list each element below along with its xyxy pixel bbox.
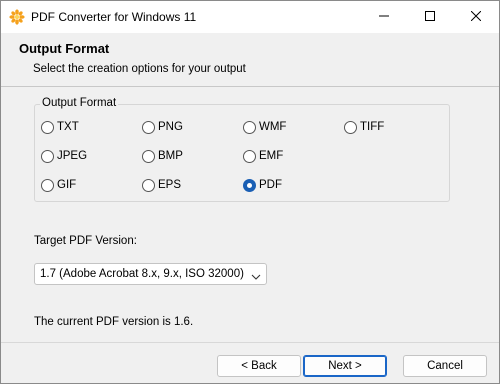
window-title: PDF Converter for Windows 11	[31, 10, 197, 24]
wizard-header: Output Format Select the creation option…	[1, 33, 499, 87]
radio-label: TIFF	[360, 121, 385, 133]
radio-label: PDF	[259, 179, 282, 191]
pdf-version-label: Target PDF Version:	[34, 235, 137, 247]
radio-label: WMF	[259, 121, 287, 133]
radio-png[interactable]: PNG	[142, 120, 183, 134]
close-icon	[470, 10, 482, 24]
minimize-icon	[379, 10, 389, 24]
footer-divider	[1, 342, 499, 343]
output-format-group-label: Output Format	[40, 97, 119, 109]
output-format-group	[34, 104, 450, 202]
radio-jpeg[interactable]: JPEG	[41, 149, 87, 163]
radio-label: EPS	[158, 179, 182, 191]
chevron-down-icon	[251, 270, 261, 284]
radio-label: TXT	[57, 121, 79, 133]
current-version-note: The current PDF version is 1.6.	[34, 316, 194, 328]
radio-label: EMF	[259, 150, 284, 162]
pdf-version-selected: 1.7 (Adobe Acrobat 8.x, 9.x, ISO 32000)	[40, 268, 244, 280]
radio-eps[interactable]: EPS	[142, 178, 181, 192]
radio-button-icon	[41, 149, 54, 163]
cancel-button[interactable]: Cancel	[403, 355, 487, 377]
radio-button-icon	[344, 120, 357, 134]
close-button[interactable]	[453, 1, 499, 33]
back-button[interactable]: < Back	[217, 355, 301, 377]
radio-pdf[interactable]: PDF	[243, 178, 282, 192]
radio-label: BMP	[158, 150, 183, 162]
maximize-icon	[425, 10, 435, 24]
radio-selected-icon	[243, 178, 256, 192]
radio-button-icon	[243, 149, 256, 163]
pdf-version-dropdown[interactable]: 1.7 (Adobe Acrobat 8.x, 9.x, ISO 32000)	[34, 263, 267, 285]
page-subtitle: Select the creation options for your out…	[33, 63, 246, 75]
radio-button-icon	[142, 149, 155, 163]
radio-button-icon	[243, 120, 256, 134]
radio-emf[interactable]: EMF	[243, 149, 283, 163]
minimize-button[interactable]	[361, 1, 407, 33]
page-title: Output Format	[19, 41, 110, 56]
title-bar: PDF Converter for Windows 11	[1, 1, 499, 33]
radio-button-icon	[41, 178, 54, 192]
radio-button-icon	[41, 120, 54, 134]
radio-label: PNG	[158, 121, 183, 133]
converter-window: PDF Converter for Windows 11 Output Form…	[0, 0, 500, 384]
sun-flower-icon	[9, 9, 25, 25]
radio-gif[interactable]: GIF	[41, 178, 76, 192]
radio-wmf[interactable]: WMF	[243, 120, 286, 134]
radio-txt[interactable]: TXT	[41, 120, 79, 134]
maximize-button[interactable]	[407, 1, 453, 33]
next-button[interactable]: Next >	[303, 355, 387, 377]
radio-button-icon	[142, 178, 155, 192]
radio-tiff[interactable]: TIFF	[344, 120, 384, 134]
radio-label: GIF	[57, 179, 77, 191]
radio-label: JPEG	[57, 150, 88, 162]
radio-bmp[interactable]: BMP	[142, 149, 183, 163]
radio-button-icon	[142, 120, 155, 134]
